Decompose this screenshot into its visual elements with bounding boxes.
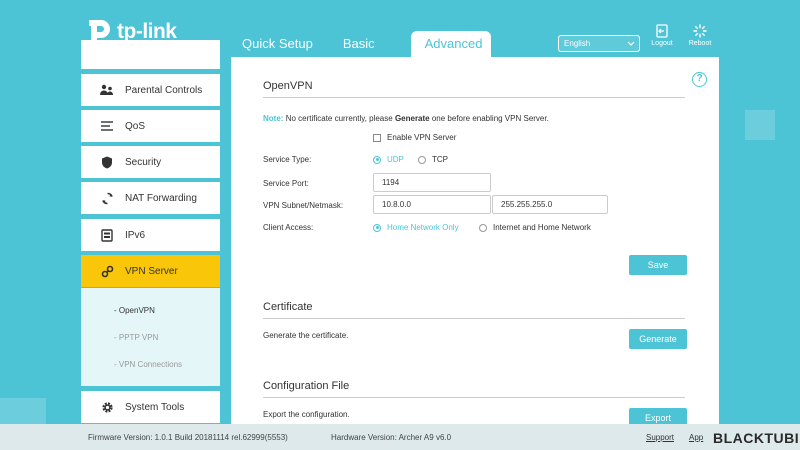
tab-quick-setup[interactable]: Quick Setup bbox=[230, 31, 325, 57]
vpn-netmask-input[interactable]: 255.255.255.0 bbox=[492, 195, 608, 214]
gear-icon bbox=[99, 399, 115, 415]
logout-icon bbox=[656, 24, 668, 38]
save-button[interactable]: Save bbox=[629, 255, 687, 275]
app-link[interactable]: App bbox=[689, 433, 703, 442]
radio-dot[interactable] bbox=[373, 223, 381, 232]
logout-label: Logout bbox=[651, 40, 673, 47]
config-file-description: Export the configuration. bbox=[263, 410, 350, 419]
sidebar-item-parental-controls[interactable]: Parental Controls bbox=[81, 74, 220, 106]
radio-dot[interactable] bbox=[373, 155, 381, 164]
vpn-submenu: - OpenVPN - PPTP VPN - VPN Connections bbox=[81, 288, 220, 386]
note-label: Note: bbox=[263, 114, 284, 123]
footer-bar: Firmware Version: 1.0.1 Build 20181114 r… bbox=[0, 424, 800, 450]
language-value: English bbox=[564, 39, 591, 48]
help-icon[interactable]: ? bbox=[692, 72, 707, 87]
sidebar-item-partial[interactable] bbox=[81, 40, 220, 69]
support-link[interactable]: Support bbox=[646, 433, 674, 442]
nat-icon bbox=[99, 190, 115, 206]
tab-advanced[interactable]: Advanced bbox=[410, 31, 491, 57]
watermark-text: BLACKTUBI bbox=[713, 430, 800, 446]
radio-label: Internet and Home Network bbox=[493, 223, 591, 232]
vpn-icon bbox=[99, 263, 115, 279]
service-type-udp-radio[interactable]: UDP bbox=[373, 155, 404, 164]
sidebar-item-nat-forwarding[interactable]: NAT Forwarding bbox=[81, 182, 220, 214]
checkbox-box[interactable] bbox=[373, 133, 381, 142]
parental-icon bbox=[99, 82, 115, 98]
ipv6-icon bbox=[99, 227, 115, 243]
openvpn-section-title: OpenVPN bbox=[263, 80, 313, 92]
radio-label: Home Network Only bbox=[387, 223, 459, 232]
generate-button[interactable]: Generate bbox=[629, 329, 687, 349]
service-port-input[interactable]: 1194 bbox=[373, 173, 491, 192]
vpn-subnet-input[interactable]: 10.8.0.0 bbox=[373, 195, 491, 214]
tab-basic[interactable]: Basic bbox=[331, 31, 387, 57]
chevron-down-icon bbox=[627, 36, 635, 56]
sidebar-item-label: Parental Controls bbox=[125, 84, 203, 96]
certificate-description: Generate the certificate. bbox=[263, 331, 349, 340]
submenu-item-openvpn[interactable]: - OpenVPN bbox=[114, 306, 155, 315]
sidebar-item-label: System Tools bbox=[125, 401, 185, 413]
note-text-bold: Generate bbox=[394, 114, 430, 123]
sidebar-item-vpn-server[interactable]: VPN Server bbox=[81, 255, 220, 287]
service-type-tcp-radio[interactable]: TCP bbox=[418, 155, 448, 164]
submenu-item-pptp-vpn[interactable]: - PPTP VPN bbox=[114, 333, 158, 342]
client-access-label: Client Access: bbox=[263, 223, 314, 232]
background-decoration bbox=[745, 110, 775, 140]
vpn-subnet-label: VPN Subnet/Netmask: bbox=[263, 201, 344, 210]
section-divider bbox=[263, 97, 685, 98]
main-nav-tabs: Quick Setup Basic Advanced bbox=[230, 31, 497, 57]
sidebar-item-label: VPN Server bbox=[125, 265, 178, 277]
radio-label: TCP bbox=[432, 155, 448, 164]
language-select[interactable]: English bbox=[558, 35, 640, 52]
sidebar-item-label: NAT Forwarding bbox=[125, 192, 197, 204]
section-divider bbox=[263, 397, 685, 398]
sidebar-item-label: QoS bbox=[125, 120, 146, 132]
service-type-label: Service Type: bbox=[263, 155, 312, 164]
radio-dot[interactable] bbox=[418, 155, 426, 164]
submenu-item-vpn-connections[interactable]: - VPN Connections bbox=[114, 360, 182, 369]
enable-vpn-server-label: Enable VPN Server bbox=[387, 133, 457, 142]
main-content-panel: OpenVPN Note: No certificate currently, … bbox=[231, 57, 719, 450]
enable-vpn-server-checkbox[interactable]: Enable VPN Server bbox=[373, 133, 456, 142]
service-port-label: Service Port: bbox=[263, 179, 309, 188]
reboot-label: Reboot bbox=[688, 40, 712, 47]
firmware-version: Firmware Version: 1.0.1 Build 20181114 r… bbox=[88, 433, 288, 442]
sidebar-item-qos[interactable]: QoS bbox=[81, 110, 220, 142]
client-access-internet-radio[interactable]: Internet and Home Network bbox=[479, 223, 591, 232]
certificate-section-title: Certificate bbox=[263, 301, 313, 313]
reboot-button[interactable]: Reboot bbox=[682, 24, 718, 47]
sidebar-item-system-tools[interactable]: System Tools bbox=[81, 391, 220, 423]
client-access-home-radio[interactable]: Home Network Only bbox=[373, 223, 459, 232]
logout-button[interactable]: Logout bbox=[644, 24, 680, 47]
certificate-note: Note: No certificate currently, please G… bbox=[263, 114, 549, 123]
qos-icon bbox=[99, 118, 115, 134]
note-text-post: one before enabling VPN Server. bbox=[431, 114, 549, 123]
config-file-section-title: Configuration File bbox=[263, 380, 350, 392]
section-divider bbox=[263, 318, 685, 319]
hardware-version: Hardware Version: Archer A9 v6.0 bbox=[331, 433, 452, 442]
reboot-icon bbox=[693, 24, 707, 38]
sidebar-item-ipv6[interactable]: IPv6 bbox=[81, 219, 220, 251]
sidebar-item-security[interactable]: Security bbox=[81, 146, 220, 178]
sidebar-item-label: IPv6 bbox=[125, 229, 146, 241]
note-text-pre: No certificate currently, please bbox=[285, 114, 393, 123]
shield-icon bbox=[99, 154, 115, 170]
radio-dot[interactable] bbox=[479, 223, 487, 232]
sidebar-item-label: Security bbox=[125, 156, 162, 168]
radio-label: UDP bbox=[387, 155, 404, 164]
